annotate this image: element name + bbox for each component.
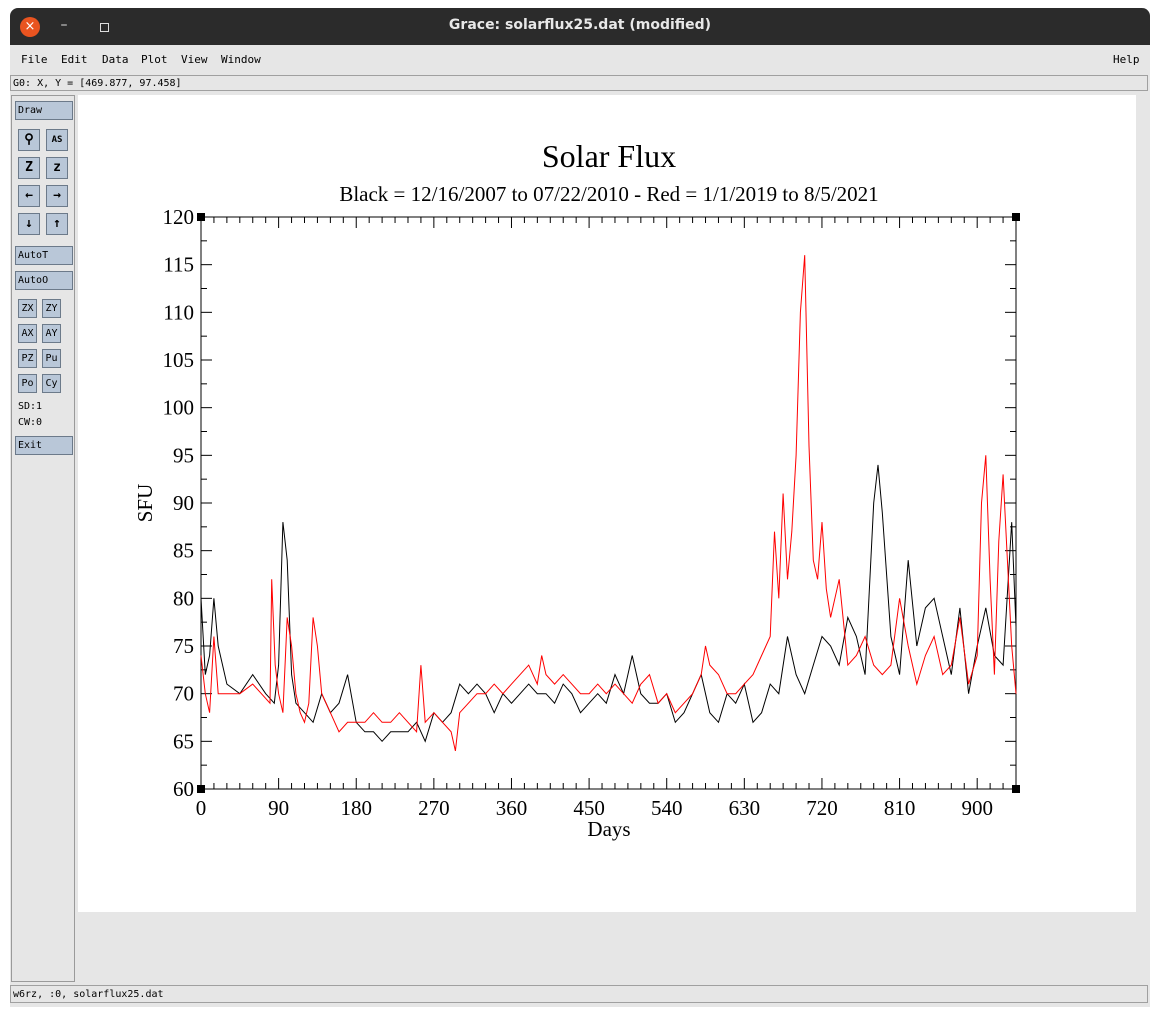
ay-button[interactable]: AY bbox=[42, 324, 61, 343]
zoom-in-icon: Z bbox=[25, 160, 33, 175]
graph-handle-br[interactable] bbox=[1012, 785, 1020, 793]
window-titlebar: × – Grace: solarflux25.dat (modified) bbox=[10, 8, 1150, 45]
graph-handle-bl[interactable] bbox=[197, 785, 205, 793]
menu-window[interactable]: Window bbox=[221, 53, 261, 66]
zx-button[interactable]: ZX bbox=[18, 299, 37, 318]
menu-file[interactable]: File bbox=[21, 53, 48, 66]
series-line-black bbox=[200, 464, 1017, 743]
x-tick-label: 720 bbox=[806, 796, 838, 820]
autot-button[interactable]: AutoT bbox=[15, 246, 73, 265]
exit-button[interactable]: Exit bbox=[15, 436, 73, 455]
canvas-area: Solar Flux Black = 12/16/2007 to 07/22/2… bbox=[76, 95, 1148, 982]
set-selected-info: SD:1 bbox=[18, 401, 43, 412]
zoom-out-button[interactable]: z bbox=[46, 157, 68, 179]
y-tick-label: 105 bbox=[163, 348, 195, 372]
arrow-up-icon: ↑ bbox=[53, 216, 61, 231]
status-bar: w6rz, :0, solarflux25.dat bbox=[10, 985, 1148, 1003]
y-tick-label: 80 bbox=[173, 586, 194, 610]
scroll-right-button[interactable]: → bbox=[46, 185, 68, 207]
pz-button[interactable]: PZ bbox=[18, 349, 37, 368]
x-tick-label: 540 bbox=[651, 796, 683, 820]
chart-title: Solar Flux bbox=[542, 138, 676, 174]
grace-app: File Edit Data Plot View Window Help G0:… bbox=[10, 45, 1150, 1007]
series-lines bbox=[200, 255, 1017, 752]
y-tick-label: 75 bbox=[173, 634, 194, 658]
x-tick-label: 630 bbox=[729, 796, 761, 820]
y-tick-label: 85 bbox=[173, 539, 194, 563]
ax-button[interactable]: AX bbox=[18, 324, 37, 343]
cy-button[interactable]: Cy bbox=[42, 374, 61, 393]
x-tick-label: 0 bbox=[196, 796, 207, 820]
axis-ticks bbox=[200, 216, 1016, 790]
y-tick-label: 95 bbox=[173, 443, 194, 467]
magnifier-icon: ⚲ bbox=[24, 132, 34, 147]
y-axis-label: SFU bbox=[133, 484, 157, 523]
y-tick-label: 60 bbox=[173, 777, 194, 801]
plot-frame bbox=[200, 216, 1017, 790]
zoom-in-button[interactable]: Z bbox=[18, 157, 40, 179]
x-tick-label: 900 bbox=[961, 796, 993, 820]
po-button[interactable]: Po bbox=[18, 374, 37, 393]
menu-view[interactable]: View bbox=[181, 53, 208, 66]
series-line-red bbox=[200, 255, 1017, 752]
x-tick-label: 270 bbox=[418, 796, 450, 820]
arrow-down-icon: ↓ bbox=[25, 216, 33, 231]
scroll-left-button[interactable]: ← bbox=[18, 185, 40, 207]
y-tick-label: 110 bbox=[163, 300, 194, 324]
plot-canvas[interactable]: Solar Flux Black = 12/16/2007 to 07/22/2… bbox=[78, 95, 1136, 912]
y-tick-label: 120 bbox=[163, 205, 195, 229]
x-tick-label: 180 bbox=[340, 796, 372, 820]
autoscale-icon: AS bbox=[51, 135, 63, 145]
y-tick-label: 115 bbox=[163, 253, 194, 277]
autoscale-button[interactable]: AS bbox=[46, 129, 68, 151]
pu-button[interactable]: Pu bbox=[42, 349, 61, 368]
x-axis-label: Days bbox=[587, 817, 630, 841]
scroll-up-button[interactable]: ↑ bbox=[46, 213, 68, 235]
window-title: Grace: solarflux25.dat (modified) bbox=[448, 17, 712, 33]
menu-plot[interactable]: Plot bbox=[141, 53, 168, 66]
menu-help[interactable]: Help bbox=[1113, 53, 1140, 66]
chart-subtitle: Black = 12/16/2007 to 07/22/2010 - Red =… bbox=[339, 182, 878, 206]
y-tick-label: 70 bbox=[173, 682, 194, 706]
zoom-out-icon: z bbox=[53, 160, 61, 175]
y-tick-label: 90 bbox=[173, 491, 194, 515]
zy-button[interactable]: ZY bbox=[42, 299, 61, 318]
y-tick-labels: 60 65 70 75 80 85 90 95 100 105 110 115 120 bbox=[163, 205, 195, 801]
graph-handle-tl[interactable] bbox=[197, 213, 205, 221]
menu-edit[interactable]: Edit bbox=[61, 53, 88, 66]
zoom-button[interactable]: ⚲ bbox=[18, 129, 40, 151]
arrow-left-icon: ← bbox=[25, 188, 33, 203]
arrow-right-icon: → bbox=[53, 188, 61, 203]
draw-button[interactable]: Draw bbox=[15, 101, 73, 120]
scroll-down-button[interactable]: ↓ bbox=[18, 213, 40, 235]
toolbar: Draw ⚲ AS Z z ← → ↓ ↑ AutoT AutoO ZX ZY … bbox=[11, 95, 75, 982]
y-tick-label: 100 bbox=[163, 396, 195, 420]
menu-data[interactable]: Data bbox=[102, 53, 129, 66]
current-world-info: CW:0 bbox=[18, 417, 43, 428]
autoo-button[interactable]: AutoO bbox=[15, 271, 73, 290]
x-tick-label: 810 bbox=[884, 796, 916, 820]
graph-handle-tr[interactable] bbox=[1012, 213, 1020, 221]
x-tick-label: 90 bbox=[268, 796, 289, 820]
menubar: File Edit Data Plot View Window Help bbox=[10, 45, 1150, 73]
y-tick-label: 65 bbox=[173, 729, 194, 753]
x-tick-label: 360 bbox=[496, 796, 528, 820]
locator-bar: G0: X, Y = [469.877, 97.458] bbox=[10, 75, 1148, 91]
